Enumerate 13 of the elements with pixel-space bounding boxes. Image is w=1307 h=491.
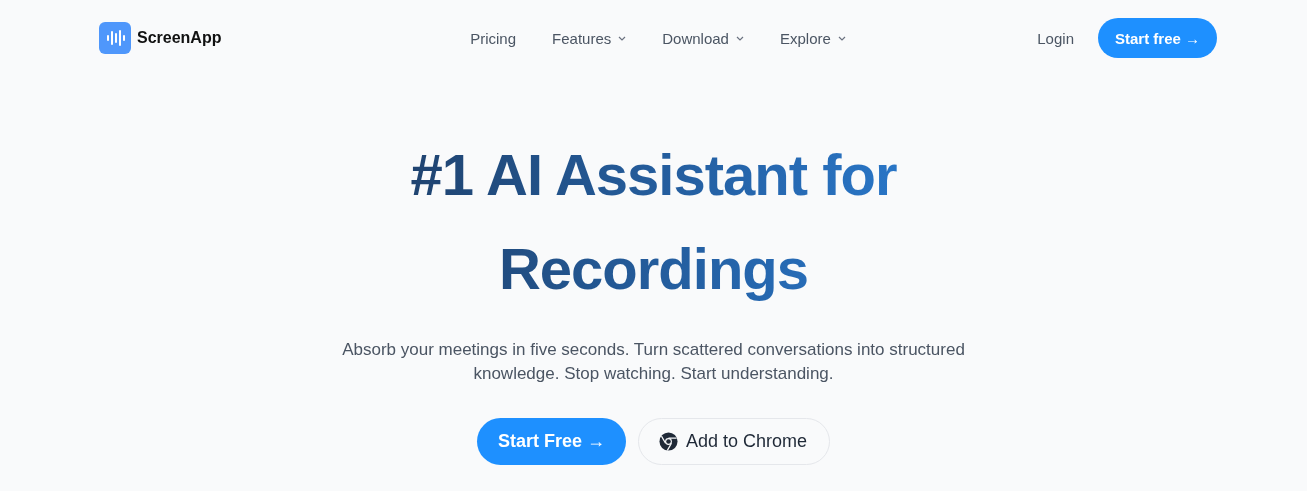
nav-link[interactable]: Explore	[779, 29, 846, 47]
login-link[interactable]: Login	[1037, 29, 1074, 47]
chevron-down-icon	[735, 35, 744, 41]
logo-icon[interactable]	[99, 22, 131, 54]
add-to-chrome-button[interactable]: Add to Chrome	[638, 418, 831, 465]
nav-link[interactable]: Pricing	[470, 29, 517, 47]
nav-link[interactable]: Download	[662, 29, 744, 47]
brand-name[interactable]: ScreenApp	[137, 29, 222, 47]
hero-subtitle: Absorb your meetings in five seconds. Turn scattered conversations into structured knowledge. Stop watching. Start understanding.	[341, 339, 966, 385]
nav-link[interactable]: Features	[552, 29, 627, 47]
chevron-down-icon	[618, 35, 627, 41]
chrome-icon	[659, 432, 678, 451]
chevron-down-icon	[837, 35, 846, 41]
